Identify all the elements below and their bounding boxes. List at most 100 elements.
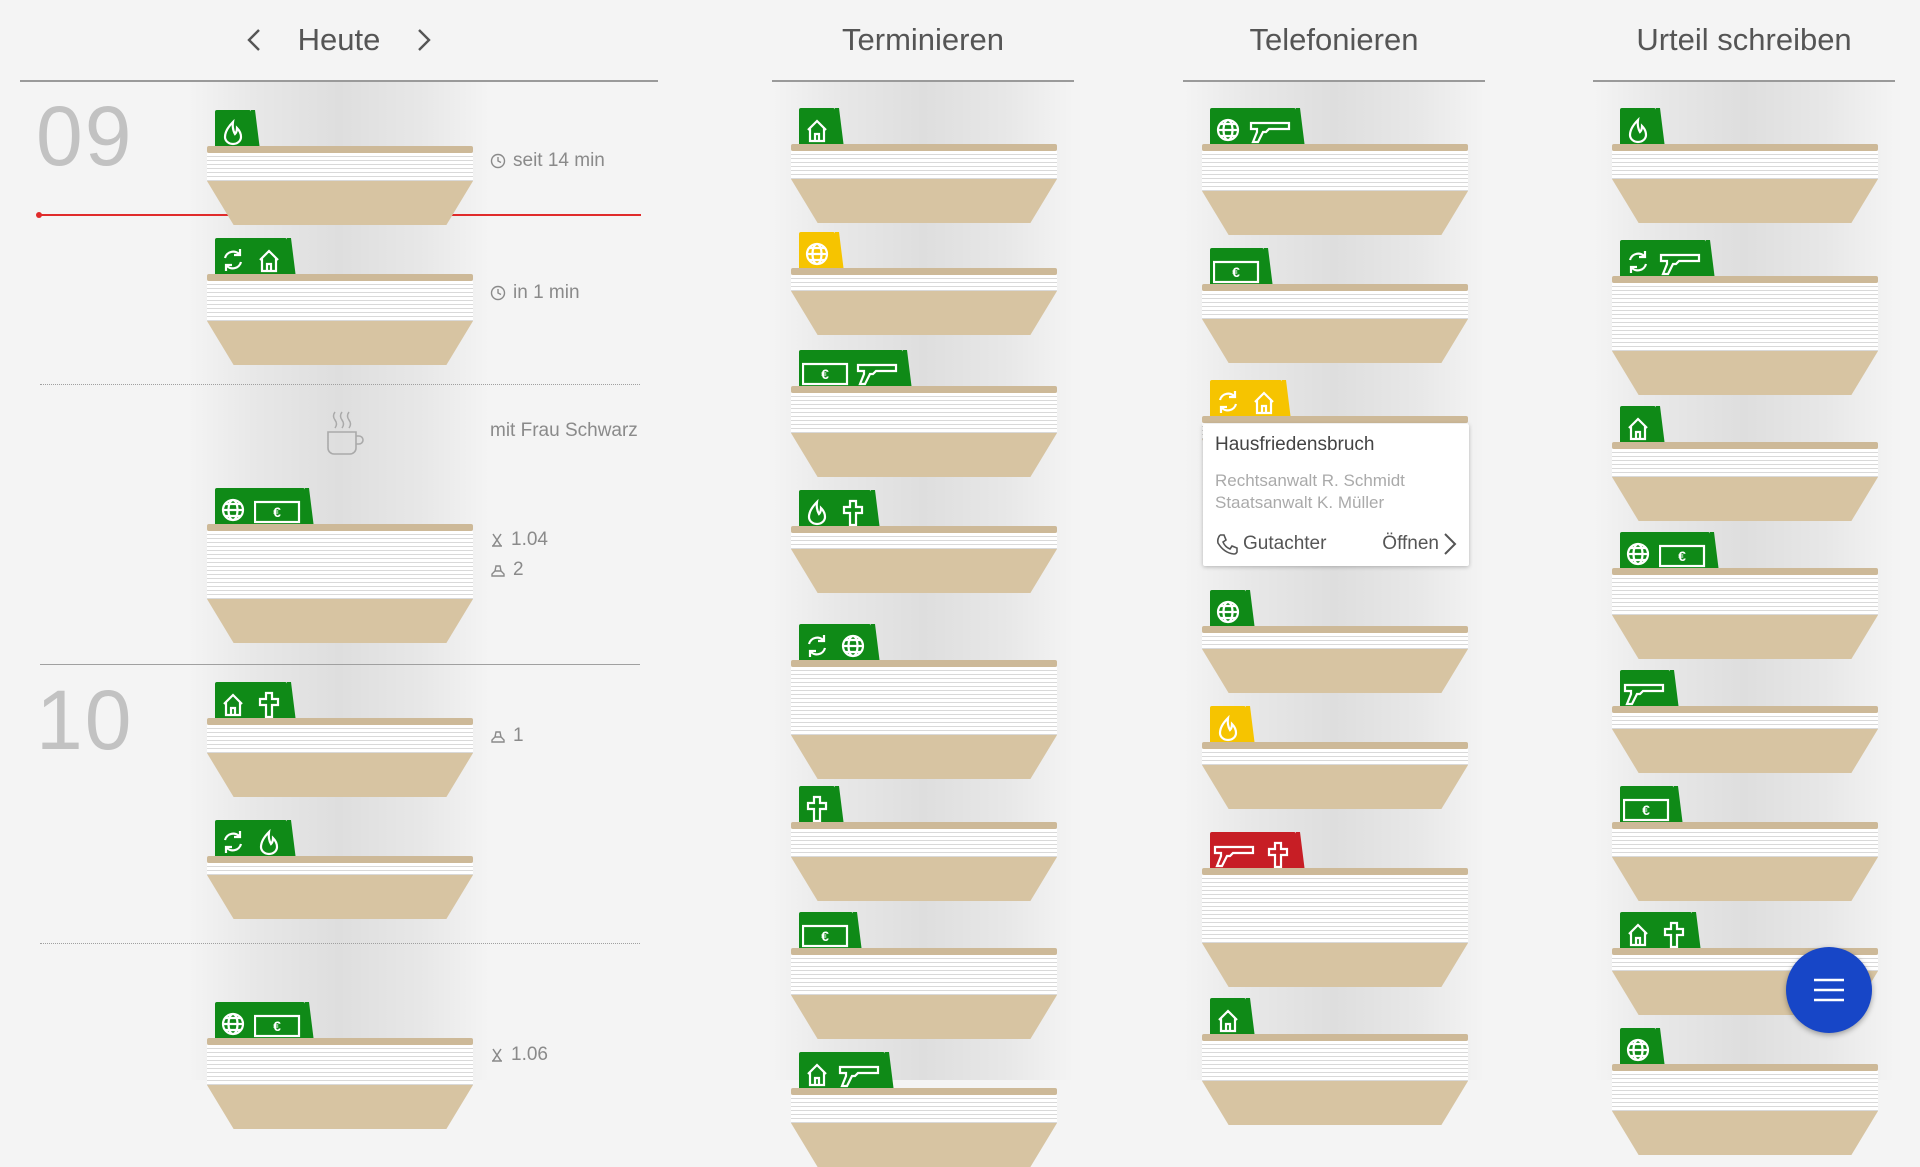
paper-stack [791, 1095, 1057, 1123]
euro-banknote-icon: € [254, 500, 301, 524]
tray-base [207, 1085, 473, 1129]
paper-stack [791, 829, 1057, 857]
cycle-icon [1218, 391, 1238, 413]
person-icon [491, 565, 505, 577]
tray-base [1612, 351, 1878, 395]
tray-rim [1202, 144, 1468, 151]
tray-rim [791, 386, 1057, 393]
paper-stack [791, 151, 1057, 179]
house-icon [259, 249, 279, 273]
person-icon [491, 731, 505, 743]
tray-rim [207, 146, 473, 153]
tray-base [791, 735, 1057, 779]
telefonieren-title: Telefonieren [1249, 22, 1419, 57]
euro-banknote-icon: € [254, 1014, 301, 1038]
tray-rim [1612, 442, 1878, 449]
tray-rim [791, 144, 1057, 151]
svg-text:€: € [273, 1018, 281, 1034]
fire-icon [223, 118, 243, 146]
cycle-icon [807, 635, 827, 657]
house-icon [807, 119, 827, 143]
break-label-text: mit Frau Schwarz [490, 420, 638, 441]
svg-text:€: € [273, 504, 281, 520]
tray-rim [791, 660, 1057, 667]
next-day-button[interactable] [406, 22, 442, 58]
call-expert-button[interactable]: Gutachter [1215, 532, 1326, 556]
timeline-divider [40, 943, 640, 944]
fire-icon [1628, 116, 1648, 144]
tray-base [791, 433, 1057, 477]
cross-icon [1267, 841, 1289, 869]
svg-text:€: € [1232, 264, 1240, 280]
tray-base [1202, 943, 1468, 987]
tray-base [1202, 1081, 1468, 1125]
telefonieren-header: Telefonieren [1183, 0, 1485, 82]
hour-label-10: 10 [36, 673, 134, 767]
tray-rim [1612, 276, 1878, 283]
prev-day-button[interactable] [236, 22, 272, 58]
tray-rim [791, 948, 1057, 955]
tray-base [1612, 477, 1878, 521]
paper-stack [207, 281, 473, 321]
gun-icon [1213, 845, 1255, 868]
gun-icon [856, 363, 898, 386]
gun-icon [1659, 253, 1701, 276]
tray-base [1202, 649, 1468, 693]
open-case-label: Öffnen [1382, 533, 1439, 554]
clock-icon [490, 285, 506, 301]
open-case-button[interactable]: Öffnen [1382, 532, 1457, 556]
tray-base [1612, 1111, 1878, 1155]
cycle-icon [223, 831, 243, 853]
cycle-icon [1628, 251, 1648, 273]
tray-rim [207, 1038, 473, 1045]
globe-icon [1626, 542, 1650, 566]
tray-base [1612, 729, 1878, 773]
svg-text:€: € [1678, 548, 1686, 564]
tray-rim [791, 526, 1057, 533]
paper-stack [207, 725, 473, 753]
menu-icon [1814, 978, 1844, 1002]
paper-stack [791, 393, 1057, 433]
tray-time-text: seit 14 min [513, 150, 605, 171]
coffee-cup-icon [325, 408, 365, 463]
tray-rim [1202, 742, 1468, 749]
tray-rim [1202, 416, 1468, 423]
tray-time-info: seit 14 min [490, 150, 605, 172]
paper-stack [1202, 875, 1468, 943]
tray-rim [1612, 822, 1878, 829]
case-popup-card[interactable]: Hausfriedensbruch Rechtsanwalt R. Schmid… [1203, 424, 1469, 566]
paper-stack [207, 863, 473, 875]
tray-base [207, 181, 473, 225]
euro-banknote-icon: € [802, 924, 849, 948]
paper-stack [1202, 151, 1468, 191]
tray-base [791, 291, 1057, 335]
case-title: Hausfriedensbruch [1215, 434, 1375, 455]
paper-stack [1202, 291, 1468, 319]
paper-stack [791, 533, 1057, 549]
timeline-divider [40, 384, 640, 385]
house-icon [223, 693, 243, 717]
tray-persons-count: 1 [513, 725, 524, 746]
globe-icon [841, 634, 865, 658]
today-header: Heute [20, 0, 658, 82]
menu-button[interactable] [1786, 947, 1872, 1033]
paper-stack [207, 153, 473, 181]
house-icon [1628, 923, 1648, 947]
call-expert-label: Gutachter [1243, 533, 1327, 554]
paper-stack [791, 667, 1057, 735]
tray-rim [1202, 284, 1468, 291]
terminieren-header: Terminieren [772, 0, 1074, 82]
house-icon [1218, 1009, 1238, 1033]
euro-banknote-icon: € [1659, 544, 1706, 568]
paper-stack [207, 1045, 473, 1085]
paper-stack [1202, 633, 1468, 649]
break-label: mit Frau Schwarz [490, 420, 638, 442]
cycle-icon [223, 249, 243, 271]
paper-stack [1612, 283, 1878, 351]
tray-base [791, 549, 1057, 593]
paper-stack [1612, 1071, 1878, 1111]
tray-base [1612, 615, 1878, 659]
paper-stack [1612, 151, 1878, 179]
house-icon [807, 1063, 827, 1087]
gun-icon [1249, 121, 1291, 144]
